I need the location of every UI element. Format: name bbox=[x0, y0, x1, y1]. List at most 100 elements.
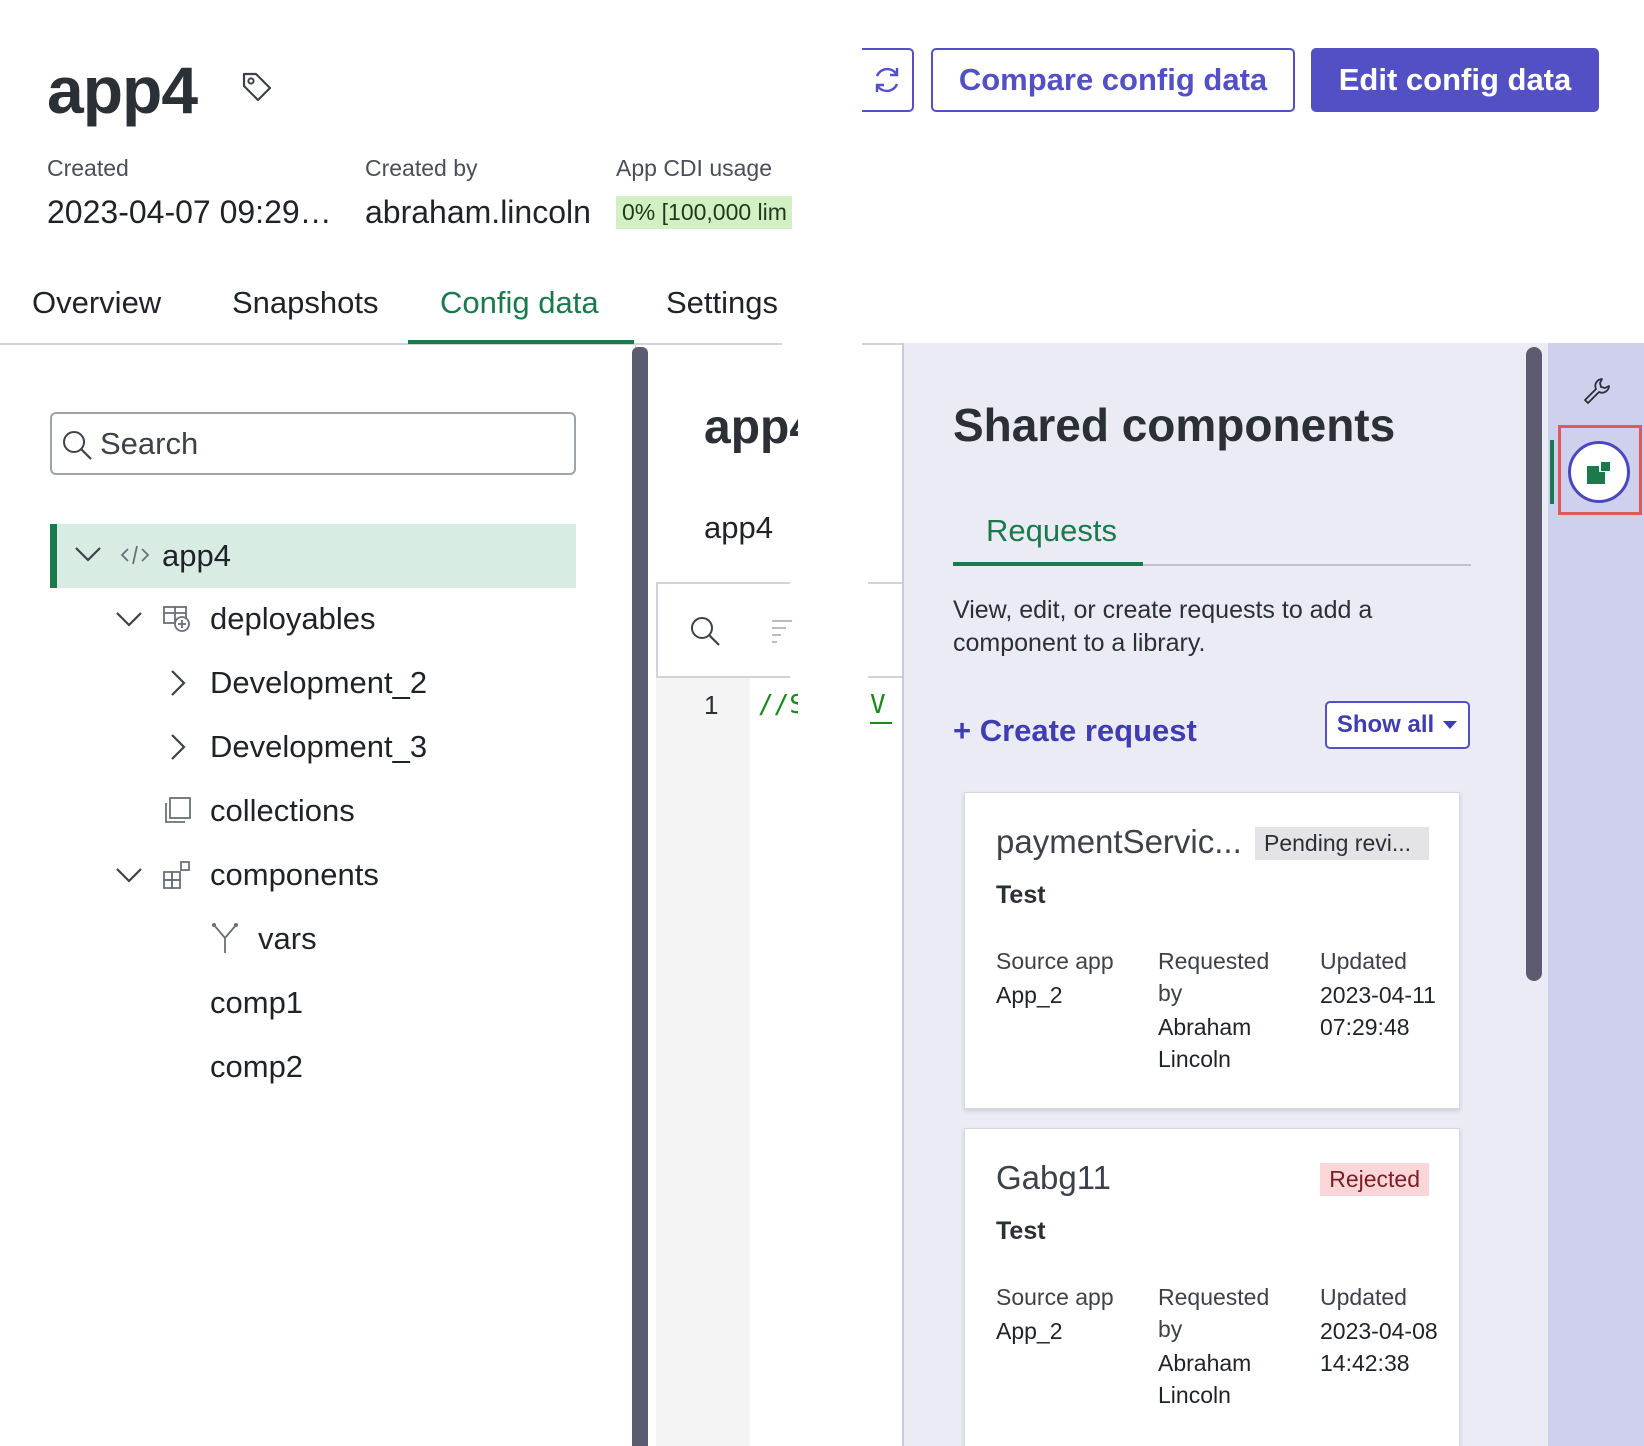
drawer-scrollbar[interactable] bbox=[1526, 347, 1542, 981]
code-underline bbox=[870, 722, 892, 724]
tree-item-development-2[interactable]: Development_2 bbox=[160, 652, 570, 714]
source-app-field: Source app App_2 bbox=[996, 1281, 1146, 1347]
tree-item-label: collections bbox=[210, 793, 355, 828]
tree-item-components[interactable]: components bbox=[110, 844, 570, 906]
tab-overview[interactable]: Overview bbox=[32, 285, 161, 345]
tree-item-label: Development_2 bbox=[210, 665, 428, 700]
tree-item-label: comp2 bbox=[210, 1049, 304, 1084]
main-tabs: Overview Snapshots Config data Settings bbox=[0, 285, 782, 345]
requested-by-label: Requested by bbox=[1158, 1284, 1270, 1342]
code-icon bbox=[120, 542, 150, 568]
created-value: 2023-04-07 09:29… bbox=[47, 194, 332, 230]
search-icon[interactable] bbox=[688, 614, 722, 653]
deployables-icon bbox=[162, 604, 192, 634]
requested-by-field: Requested by Abraham Lincoln bbox=[1158, 945, 1288, 1075]
created-by-label: Created by bbox=[365, 155, 478, 181]
updated-value: 2023-04-11 07:29:48 bbox=[1320, 982, 1436, 1040]
create-request-button[interactable]: + Create request bbox=[953, 713, 1197, 749]
search-icon bbox=[60, 428, 94, 467]
created-by-value: abraham.lincoln bbox=[365, 194, 591, 230]
highlight-frame bbox=[1558, 425, 1642, 515]
tree-scrollbar[interactable] bbox=[632, 347, 648, 1446]
editor-subtitle: app4 bbox=[704, 510, 773, 545]
source-app-value: App_2 bbox=[996, 1318, 1063, 1344]
app-title: app4 bbox=[47, 53, 198, 127]
editor-toolbar-edge bbox=[868, 582, 902, 678]
drawer-description: View, edit, or create requests to add a … bbox=[953, 596, 1373, 657]
tag-icon[interactable] bbox=[240, 70, 274, 104]
code-fragment: V bbox=[870, 690, 886, 720]
source-app-label: Source app bbox=[996, 1284, 1114, 1310]
tree-item-development-3[interactable]: Development_3 bbox=[160, 716, 570, 778]
tree-item-label: Development_3 bbox=[210, 729, 428, 764]
editor-title: app4 bbox=[704, 401, 798, 454]
request-name: paymentServic... bbox=[996, 823, 1242, 860]
show-all-dropdown[interactable]: Show all bbox=[1325, 701, 1470, 749]
usage-label: App CDI usage bbox=[616, 155, 772, 181]
tree-item-label: vars bbox=[258, 921, 317, 956]
refresh-icon bbox=[875, 67, 899, 93]
tab-config-data[interactable]: Config data bbox=[440, 285, 599, 345]
chevron-right-icon[interactable] bbox=[168, 669, 188, 697]
editor-gutter bbox=[656, 678, 750, 1446]
tree-item-deployables[interactable]: deployables bbox=[110, 588, 570, 650]
caret-down-icon bbox=[1443, 721, 1458, 729]
tab-snapshots[interactable]: Snapshots bbox=[232, 285, 379, 345]
active-tab-indicator bbox=[408, 340, 634, 344]
chevron-down-icon[interactable] bbox=[115, 865, 143, 885]
tree-item-label: deployables bbox=[210, 601, 376, 636]
created-by-meta: Created by abraham.lincoln bbox=[365, 155, 591, 231]
request-card[interactable]: Gabg11 Rejected Test Source app App_2 Re… bbox=[964, 1128, 1460, 1446]
requested-by-value: Abraham Lincoln bbox=[1158, 1350, 1252, 1408]
usage-meta: App CDI usage 0% [100,000 lim bbox=[616, 155, 796, 234]
rail-active-indicator bbox=[1550, 440, 1554, 504]
tab-requests[interactable]: Requests bbox=[986, 513, 1117, 549]
chevron-right-icon[interactable] bbox=[168, 733, 188, 761]
requested-by-value: Abraham Lincoln bbox=[1158, 1014, 1252, 1072]
tree-search[interactable] bbox=[50, 412, 576, 475]
updated-field: Updated 2023-04-08 14:42:38 bbox=[1320, 1281, 1455, 1379]
updated-label: Updated bbox=[1320, 1284, 1407, 1310]
tree-item-label: comp1 bbox=[210, 985, 304, 1020]
request-library: Test bbox=[996, 881, 1046, 909]
tree-item-vars[interactable]: vars bbox=[208, 908, 570, 970]
updated-label: Updated bbox=[1320, 948, 1407, 974]
chevron-down-icon[interactable] bbox=[74, 544, 102, 564]
tab-settings[interactable]: Settings bbox=[666, 285, 778, 345]
drawer-title: Shared components bbox=[953, 399, 1396, 451]
vars-icon bbox=[210, 922, 240, 956]
usage-badge: 0% [100,000 lim bbox=[616, 196, 792, 229]
updated-field: Updated 2023-04-11 07:29:48 bbox=[1320, 945, 1455, 1043]
edit-config-button[interactable]: Edit config data bbox=[1311, 48, 1599, 112]
tree-item-comp2[interactable]: comp2 bbox=[210, 1036, 570, 1098]
request-card[interactable]: paymentServic... Pending revi... Test So… bbox=[964, 792, 1460, 1109]
source-app-field: Source app App_2 bbox=[996, 945, 1146, 1011]
requested-by-label: Requested by bbox=[1158, 948, 1270, 1006]
refresh-button[interactable] bbox=[862, 48, 914, 112]
editor-toolbar bbox=[656, 582, 792, 678]
chevron-down-icon[interactable] bbox=[115, 609, 143, 629]
tree-item-label: app4 bbox=[162, 538, 231, 573]
request-name: Gabg11 bbox=[996, 1159, 1111, 1196]
compare-config-button[interactable]: Compare config data bbox=[931, 48, 1295, 112]
tree-item-comp1[interactable]: comp1 bbox=[210, 972, 570, 1034]
tree-item-label: components bbox=[210, 857, 379, 892]
tree-item-app4[interactable]: app4 bbox=[50, 524, 576, 588]
wrench-icon[interactable] bbox=[1582, 376, 1612, 411]
updated-value: 2023-04-08 14:42:38 bbox=[1320, 1318, 1438, 1376]
source-app-value: App_2 bbox=[996, 982, 1063, 1008]
line-number: 1 bbox=[704, 690, 719, 720]
source-app-label: Source app bbox=[996, 948, 1114, 974]
created-label: Created bbox=[47, 155, 129, 181]
filter-icon[interactable] bbox=[770, 616, 792, 649]
collections-icon bbox=[162, 796, 192, 826]
requested-by-field: Requested by Abraham Lincoln bbox=[1158, 1281, 1288, 1411]
created-meta: Created 2023-04-07 09:29… bbox=[47, 155, 332, 231]
show-all-label: Show all bbox=[1336, 711, 1435, 738]
code-line[interactable]: //S bbox=[758, 690, 798, 720]
request-library: Test bbox=[996, 1217, 1046, 1245]
search-input[interactable] bbox=[100, 422, 560, 466]
tree-item-collections[interactable]: collections bbox=[160, 780, 570, 842]
drawer-active-tab-indicator bbox=[953, 562, 1143, 566]
status-badge: Rejected bbox=[1320, 1163, 1429, 1196]
